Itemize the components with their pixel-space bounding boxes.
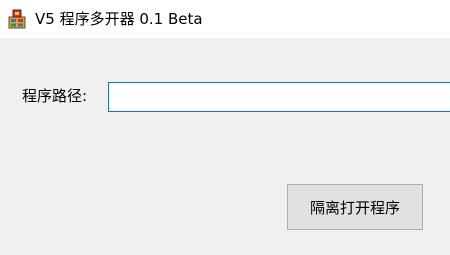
main-window: V5 程序多开器 0.1 Beta 程序路径: 隔离打开程序	[0, 0, 450, 255]
title-bar[interactable]: V5 程序多开器 0.1 Beta	[0, 0, 450, 38]
isolated-open-button[interactable]: 隔离打开程序	[287, 184, 423, 230]
program-path-input[interactable]	[108, 82, 450, 112]
program-path-label: 程序路径:	[22, 87, 88, 105]
app-icon	[8, 9, 26, 29]
window-title: V5 程序多开器 0.1 Beta	[35, 10, 203, 28]
